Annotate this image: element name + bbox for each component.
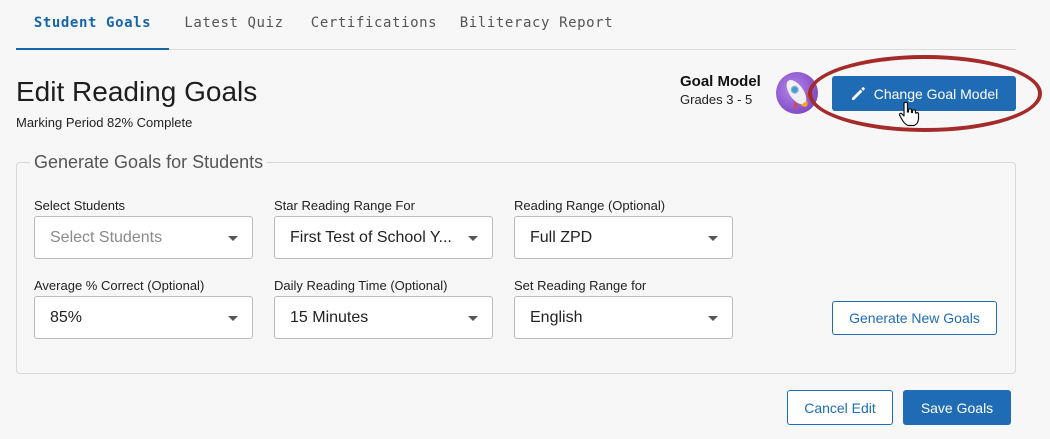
goal-model-label: Goal Model — [680, 73, 761, 90]
select-students-label: Select Students — [34, 198, 126, 213]
set-reading-range-value: English — [530, 309, 583, 326]
tab-latest-quiz[interactable]: Latest Quiz — [169, 15, 299, 50]
change-goal-model-button[interactable]: Change Goal Model — [832, 76, 1016, 111]
caret-down-icon — [228, 236, 238, 241]
select-students-value: Select Students — [50, 229, 163, 246]
average-correct-dropdown[interactable]: 85% — [34, 296, 253, 339]
tab-certifications[interactable]: Certifications — [299, 15, 449, 50]
generate-goals-legend: Generate Goals for Students — [30, 152, 268, 173]
caret-down-icon — [708, 236, 718, 241]
generate-new-goals-button[interactable]: Generate New Goals — [832, 301, 997, 335]
average-correct-label: Average % Correct (Optional) — [34, 278, 205, 293]
star-reading-range-label: Star Reading Range For — [274, 198, 415, 213]
select-students-dropdown[interactable]: Select Students — [34, 216, 253, 259]
caret-down-icon — [708, 316, 718, 321]
hand-pointer-cursor-icon — [898, 101, 920, 127]
daily-reading-time-value: 15 Minutes — [290, 309, 369, 326]
change-goal-model-label: Change Goal Model — [873, 85, 999, 102]
reading-range-label: Reading Range (Optional) — [514, 198, 666, 213]
caret-down-icon — [468, 316, 478, 321]
tab-student-goals[interactable]: Student Goals — [16, 15, 169, 50]
star-reading-range-value: First Test of School Y... — [290, 229, 452, 246]
caret-down-icon — [228, 316, 238, 321]
daily-reading-time-label: Daily Reading Time (Optional) — [274, 278, 448, 293]
marking-period-status: Marking Period 82% Complete — [16, 115, 193, 130]
save-goals-button[interactable]: Save Goals — [903, 390, 1011, 425]
tab-biliteracy-report[interactable]: Biliteracy Report — [449, 15, 624, 50]
daily-reading-time-dropdown[interactable]: 15 Minutes — [274, 296, 493, 339]
goal-model-grades: Grades 3 - 5 — [680, 92, 753, 107]
set-reading-range-dropdown[interactable]: English — [514, 296, 733, 339]
set-reading-range-label: Set Reading Range for — [514, 278, 647, 293]
cancel-edit-button[interactable]: Cancel Edit — [787, 390, 893, 425]
star-reading-range-dropdown[interactable]: First Test of School Y... — [274, 216, 493, 259]
pencil-icon — [851, 86, 865, 100]
generate-goals-panel — [16, 162, 1016, 374]
reading-range-dropdown[interactable]: Full ZPD — [514, 216, 733, 259]
rocket-icon — [776, 72, 818, 114]
tab-bar: Student Goals Latest Quiz Certifications… — [16, 0, 1016, 50]
reading-range-value: Full ZPD — [530, 229, 593, 246]
average-correct-value: 85% — [50, 309, 83, 326]
caret-down-icon — [468, 236, 478, 241]
page-title: Edit Reading Goals — [16, 76, 258, 107]
